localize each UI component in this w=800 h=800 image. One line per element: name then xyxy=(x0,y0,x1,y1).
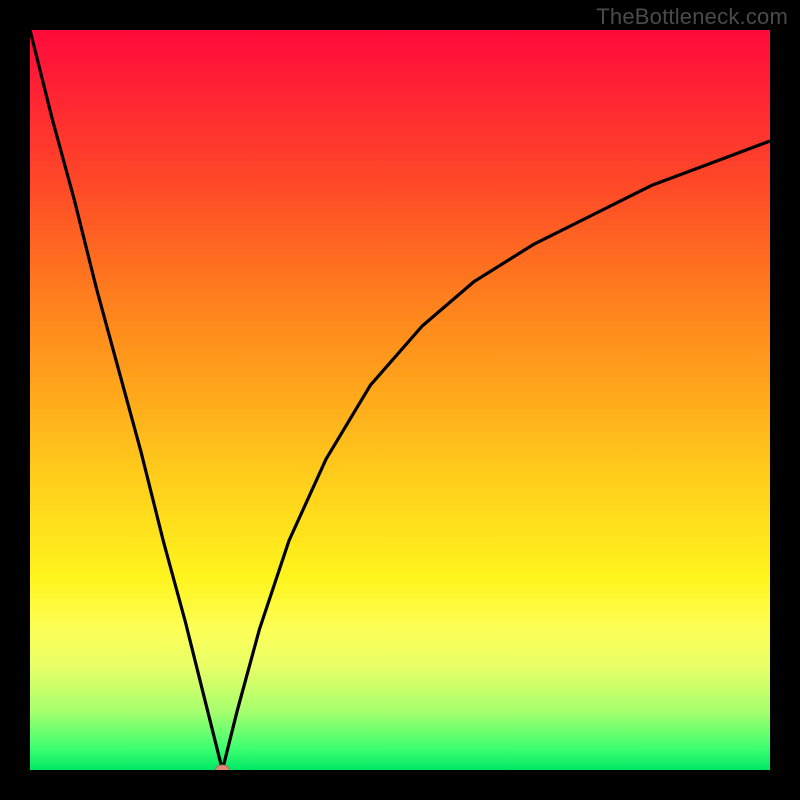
chart-frame: TheBottleneck.com xyxy=(0,0,800,800)
watermark-text: TheBottleneck.com xyxy=(596,4,788,30)
plot-area xyxy=(30,30,770,770)
bottleneck-curve xyxy=(30,30,770,770)
curve-layer xyxy=(30,30,770,770)
optimal-point-marker xyxy=(215,765,229,770)
